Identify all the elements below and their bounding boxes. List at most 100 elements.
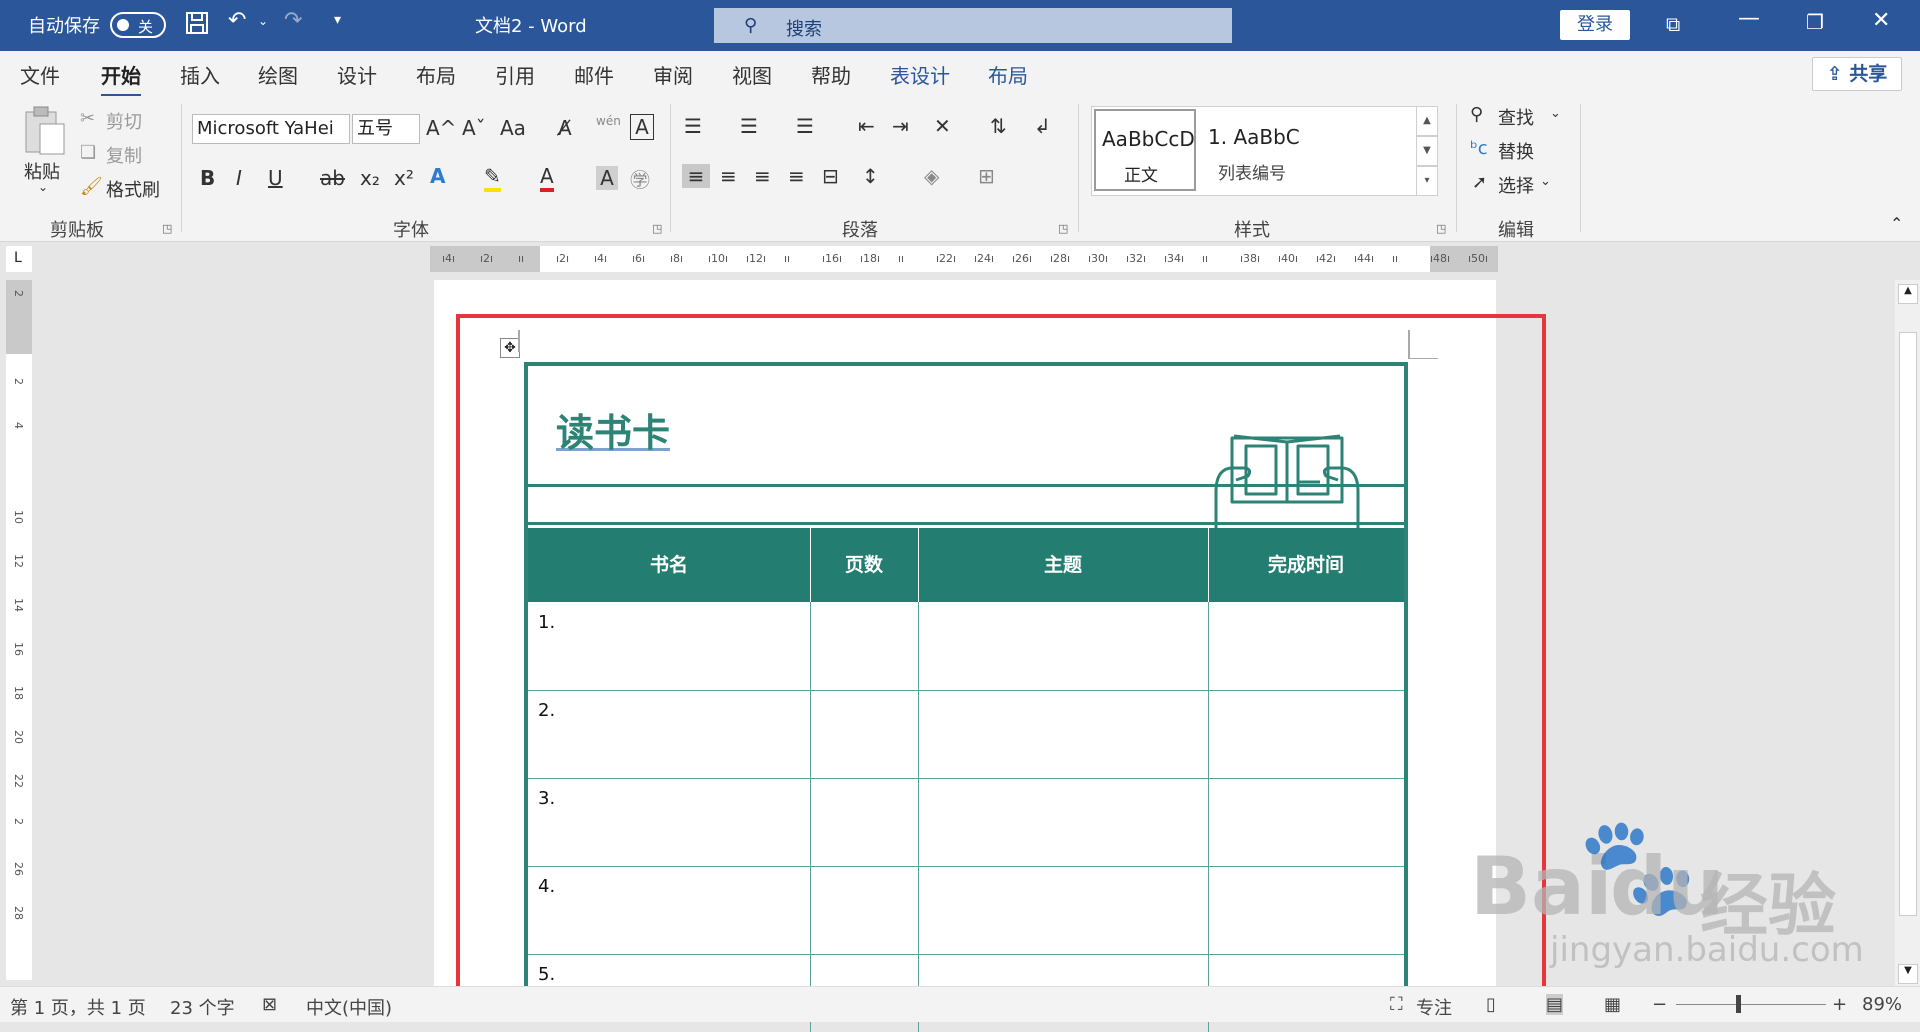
tab-selector[interactable]: L bbox=[6, 246, 32, 272]
tab-table-design[interactable]: 表设计 bbox=[890, 60, 950, 89]
tab-layout[interactable]: 布局 bbox=[416, 60, 456, 89]
zoom-in-icon[interactable]: + bbox=[1832, 994, 1847, 1015]
read-mode-icon[interactable]: ▯ bbox=[1486, 994, 1496, 1015]
replace-icon[interactable]: ᵇc bbox=[1470, 138, 1488, 159]
style-list-number[interactable]: 1. AaBbC 列表编号 bbox=[1200, 109, 1410, 191]
styles-scroll-down-icon[interactable]: ▼ bbox=[1416, 136, 1438, 166]
vertical-ruler[interactable]: 2 2 4 10 12 14 16 18 20 22 2 26 28 bbox=[6, 280, 32, 980]
styles-more-icon[interactable]: ▾ bbox=[1416, 166, 1438, 196]
copy-label[interactable]: 复制 bbox=[106, 142, 142, 168]
customize-qat-icon[interactable]: ▾ bbox=[334, 12, 341, 28]
clipboard-launcher-icon[interactable]: ◳ bbox=[162, 222, 172, 235]
zoom-slider[interactable] bbox=[1676, 1004, 1826, 1005]
print-layout-icon[interactable]: ▤ bbox=[1546, 994, 1564, 1015]
format-painter-label[interactable]: 格式刷 bbox=[106, 176, 160, 202]
zoom-out-icon[interactable]: − bbox=[1652, 994, 1667, 1015]
font-family-combo[interactable]: Microsoft YaHei bbox=[192, 114, 350, 144]
phonetic-guide-icon[interactable]: wén bbox=[596, 114, 621, 128]
font-size-combo[interactable]: 五号 bbox=[352, 114, 420, 144]
zoom-level[interactable]: 89% bbox=[1862, 994, 1902, 1015]
undo-dropdown-icon[interactable]: ⌄ bbox=[258, 14, 268, 28]
shrink-font-icon[interactable]: Aˇ bbox=[462, 116, 486, 140]
scroll-down-icon[interactable]: ▼ bbox=[1898, 964, 1918, 984]
restore-icon[interactable]: ❐ bbox=[1806, 10, 1824, 34]
distributed-icon[interactable]: ⊟ bbox=[822, 164, 839, 188]
grow-font-icon[interactable]: A^ bbox=[426, 116, 456, 140]
justify-icon[interactable]: ≡ bbox=[788, 164, 805, 188]
underline-icon[interactable]: U bbox=[268, 166, 283, 190]
multilevel-list-icon[interactable]: ☰ bbox=[796, 114, 814, 138]
page-count[interactable]: 第 1 页，共 1 页 bbox=[10, 994, 146, 1020]
focus-label[interactable]: 专注 bbox=[1416, 994, 1452, 1020]
tab-table-layout[interactable]: 布局 bbox=[988, 60, 1028, 89]
autosave-toggle[interactable]: 关 bbox=[110, 12, 166, 38]
paragraph-launcher-icon[interactable]: ◳ bbox=[1058, 222, 1068, 235]
zoom-slider-thumb[interactable] bbox=[1736, 995, 1741, 1013]
find-icon[interactable]: ⚲ bbox=[1470, 104, 1483, 125]
search-box[interactable]: ⚲ 搜索 bbox=[714, 8, 1232, 43]
select-dropdown-icon[interactable]: ⌄ bbox=[1540, 174, 1551, 189]
paste-icon[interactable] bbox=[22, 104, 68, 156]
undo-icon[interactable]: ↶ bbox=[228, 8, 246, 33]
replace-label[interactable]: 替换 bbox=[1498, 138, 1534, 164]
tab-home[interactable]: 开始 bbox=[101, 60, 141, 97]
collapse-ribbon-icon[interactable]: ⌃ bbox=[1890, 214, 1903, 233]
numbering-icon[interactable]: ☰ bbox=[740, 114, 758, 138]
tab-mailings[interactable]: 邮件 bbox=[574, 60, 614, 89]
subscript-icon[interactable]: x₂ bbox=[360, 166, 380, 190]
tab-file[interactable]: 文件 bbox=[20, 60, 60, 89]
align-left-icon[interactable]: ≡ bbox=[682, 164, 710, 188]
find-dropdown-icon[interactable]: ⌄ bbox=[1550, 106, 1561, 121]
chinese-layout-icon[interactable]: ✕ bbox=[934, 114, 951, 138]
vertical-scrollbar[interactable]: ▲ ▼ bbox=[1895, 280, 1920, 986]
sort-icon[interactable]: ⇅ bbox=[990, 114, 1007, 138]
web-layout-icon[interactable]: ▦ bbox=[1604, 994, 1621, 1015]
copy-icon[interactable]: ❏ bbox=[80, 142, 96, 163]
select-icon[interactable]: ➚ bbox=[1472, 172, 1487, 193]
word-count[interactable]: 23 个字 bbox=[170, 994, 235, 1020]
strikethrough-icon[interactable]: ab bbox=[320, 166, 345, 190]
align-right-icon[interactable]: ≡ bbox=[754, 164, 771, 188]
cut-label[interactable]: 剪切 bbox=[106, 108, 142, 134]
scroll-up-icon[interactable]: ▲ bbox=[1898, 284, 1918, 304]
clear-formatting-icon[interactable]: A̸ bbox=[558, 116, 572, 140]
tab-help[interactable]: 帮助 bbox=[811, 60, 851, 89]
proofing-icon[interactable]: ⊠ bbox=[262, 994, 277, 1015]
line-spacing-icon[interactable]: ↕ bbox=[862, 164, 879, 188]
character-shading-icon[interactable]: A bbox=[596, 166, 618, 190]
font-launcher-icon[interactable]: ◳ bbox=[652, 222, 662, 235]
decrease-indent-icon[interactable]: ⇤ bbox=[858, 114, 875, 138]
save-icon[interactable] bbox=[184, 10, 210, 42]
text-effects-icon[interactable]: A bbox=[430, 164, 445, 188]
scrollbar-thumb[interactable] bbox=[1899, 332, 1917, 916]
character-border-icon[interactable]: A bbox=[630, 114, 654, 140]
close-icon[interactable]: ✕ bbox=[1872, 8, 1890, 33]
focus-icon[interactable]: ⛶ bbox=[1390, 994, 1403, 1015]
select-label[interactable]: 选择 bbox=[1498, 172, 1534, 198]
highlight-icon[interactable]: ✎ bbox=[484, 164, 501, 192]
language[interactable]: 中文(中国) bbox=[306, 994, 392, 1020]
change-case-icon[interactable]: Aa bbox=[500, 116, 526, 140]
login-button[interactable]: 登录 bbox=[1560, 10, 1630, 40]
styles-launcher-icon[interactable]: ◳ bbox=[1436, 222, 1446, 235]
tab-references[interactable]: 引用 bbox=[495, 60, 535, 89]
align-center-icon[interactable]: ≡ bbox=[720, 164, 737, 188]
share-button[interactable]: ⇪ 共享 bbox=[1812, 57, 1902, 91]
increase-indent-icon[interactable]: ⇥ bbox=[892, 114, 909, 138]
style-normal[interactable]: AaBbCcD 正文 bbox=[1094, 109, 1196, 191]
format-painter-icon[interactable]: 🖌 bbox=[80, 176, 103, 197]
tab-design[interactable]: 设计 bbox=[337, 60, 377, 89]
enclose-characters-icon[interactable]: ㊫ bbox=[630, 164, 650, 193]
bullets-icon[interactable]: ☰ bbox=[684, 114, 702, 138]
tab-view[interactable]: 视图 bbox=[732, 60, 772, 89]
borders-icon[interactable]: ⊞ bbox=[978, 164, 995, 188]
bold-icon[interactable]: B bbox=[200, 166, 215, 190]
font-color-icon[interactable]: A bbox=[540, 164, 554, 192]
tab-draw[interactable]: 绘图 bbox=[258, 60, 298, 89]
minimize-icon[interactable]: — bbox=[1738, 6, 1760, 31]
shading-icon[interactable]: ◈ bbox=[924, 164, 939, 188]
cut-icon[interactable]: ✂ bbox=[80, 108, 95, 129]
tab-insert[interactable]: 插入 bbox=[180, 60, 220, 89]
ribbon-display-options-icon[interactable]: ⧉ bbox=[1666, 12, 1680, 36]
show-marks-icon[interactable]: ↲ bbox=[1034, 114, 1051, 138]
